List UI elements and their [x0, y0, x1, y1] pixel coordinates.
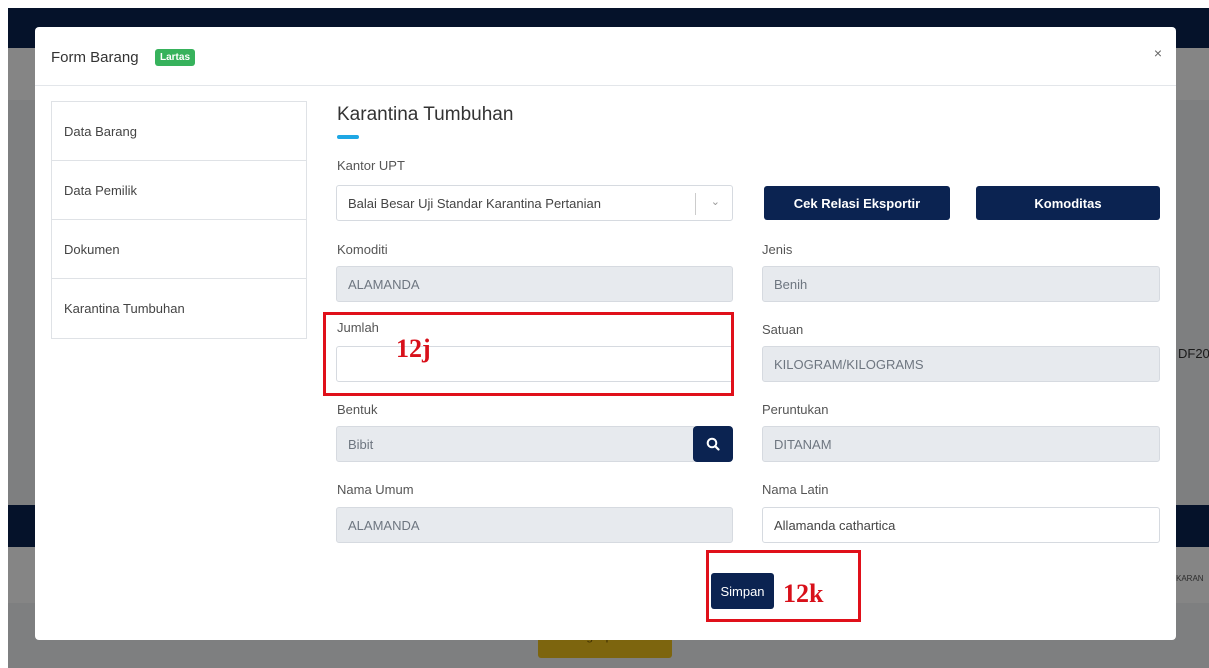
select-separator	[695, 193, 696, 215]
kantor-upt-value: Balai Besar Uji Standar Karantina Pertan…	[348, 195, 601, 211]
jenis-label: Jenis	[762, 242, 793, 257]
form-sidebar: Data Barang Data Pemilik Dokumen Karanti…	[51, 101, 307, 339]
bentuk-search-button[interactable]	[693, 426, 733, 462]
sidebar-item-dokumen[interactable]: Dokumen	[52, 220, 306, 279]
nama-umum-field: ALAMANDA	[336, 507, 733, 543]
jenis-field: Benih	[762, 266, 1160, 302]
kantor-upt-label: Kantor UPT	[337, 158, 405, 173]
nama-umum-label: Nama Umum	[337, 482, 414, 497]
title-underline	[337, 135, 359, 139]
satuan-label: Satuan	[762, 322, 804, 337]
komoditi-field: ALAMANDA	[336, 266, 733, 302]
peruntukan-label: Peruntukan	[762, 402, 829, 417]
annotation-box-jumlah	[323, 312, 734, 396]
komoditi-label: Komoditi	[337, 242, 388, 257]
chevron-down-icon[interactable]: ⌄	[711, 195, 720, 208]
annotation-label-12k: 12k	[783, 579, 824, 608]
form-barang-modal: Form Barang Lartas × Data Barang Data Pe…	[35, 27, 1176, 640]
peruntukan-field: DITANAM	[762, 426, 1160, 462]
satuan-field: KILOGRAM/KILOGRAMS	[762, 346, 1160, 382]
sidebar-item-data-pemilik[interactable]: Data Pemilik	[52, 161, 306, 220]
bentuk-field: Bibit	[336, 426, 696, 462]
close-icon[interactable]: ×	[1154, 45, 1162, 61]
nama-latin-label: Nama Latin	[762, 482, 829, 497]
nama-latin-input[interactable]: Allamanda cathartica	[762, 507, 1160, 543]
cek-relasi-eksportir-button[interactable]: Cek Relasi Eksportir	[764, 186, 950, 220]
lartas-badge: Lartas	[155, 49, 196, 66]
kantor-upt-select[interactable]: Balai Besar Uji Standar Karantina Pertan…	[336, 185, 733, 221]
sidebar-item-karantina-tumbuhan[interactable]: Karantina Tumbuhan	[52, 279, 306, 338]
annotation-label-12j: 12j	[396, 334, 431, 363]
komoditas-button[interactable]: Komoditas	[976, 186, 1160, 220]
search-icon	[706, 437, 720, 451]
section-title: Karantina Tumbuhan	[337, 104, 514, 125]
modal-header: Form Barang Lartas ×	[35, 27, 1176, 86]
screen-edge-left	[0, 0, 8, 668]
screen-edge-top	[0, 0, 1209, 8]
modal-title: Form Barang	[51, 49, 139, 66]
bentuk-label: Bentuk	[337, 402, 378, 417]
sidebar-item-data-barang[interactable]: Data Barang	[52, 102, 306, 161]
